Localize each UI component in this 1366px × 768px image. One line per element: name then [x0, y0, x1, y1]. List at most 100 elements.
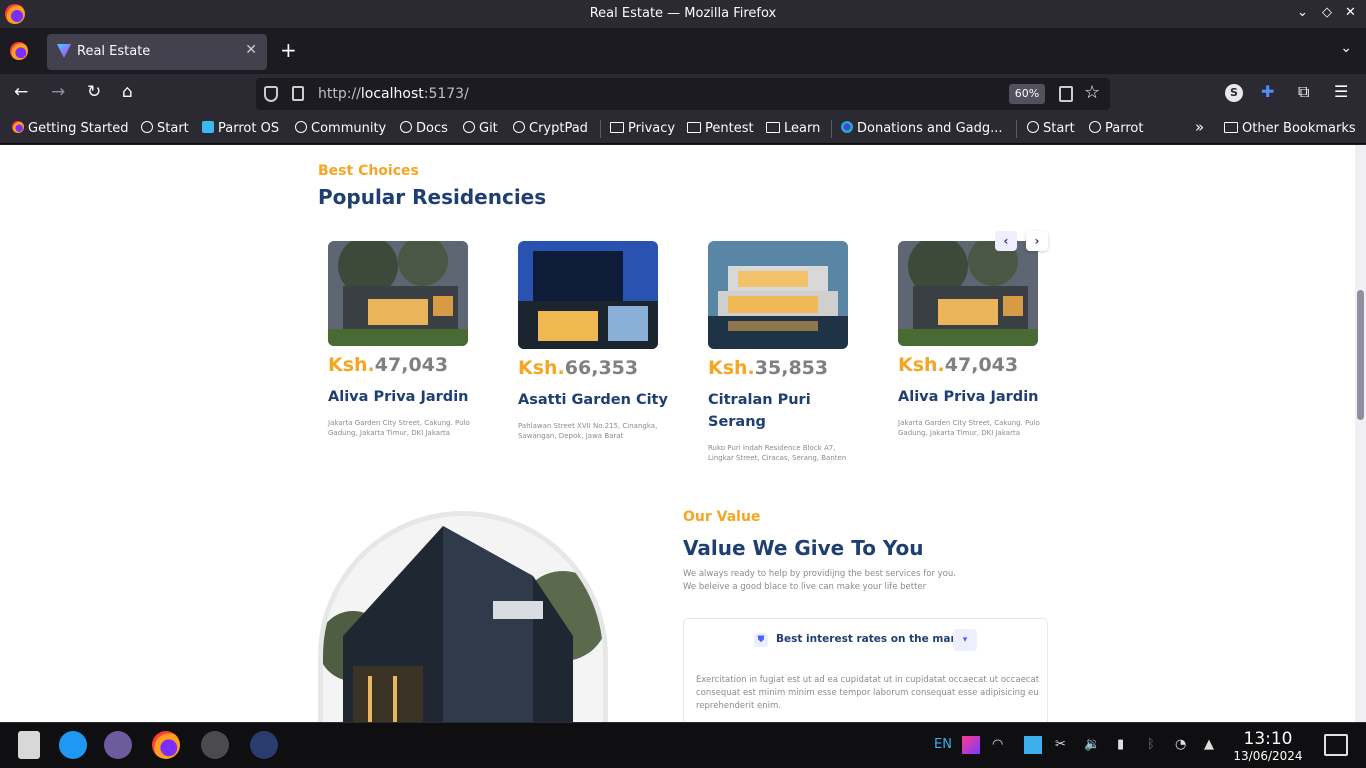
app-tray-cube-icon[interactable] [962, 736, 980, 754]
url-text[interactable]: http://localhost:5173/ [318, 86, 469, 102]
bookmark-learn[interactable]: Learn [766, 121, 820, 136]
clock-widget[interactable]: 13:10 13/06/2024 [1228, 729, 1308, 763]
firefox-icon [12, 121, 24, 133]
globe-icon [295, 121, 307, 133]
house-image [898, 241, 1038, 346]
forward-arrow-icon[interactable]: → [51, 82, 65, 102]
bookmarks-overflow-icon[interactable]: » [1195, 118, 1204, 136]
battery-widget-icon[interactable] [18, 731, 40, 759]
bookmark-cryptpad[interactable]: CryptPad [513, 121, 588, 136]
vscode-icon[interactable] [250, 731, 278, 759]
tray-expand-icon[interactable]: ▲ [1204, 737, 1214, 752]
residencies-eyebrow: Best Choices [318, 163, 419, 179]
page-scrollbar[interactable] [1355, 145, 1366, 722]
close-window-icon[interactable]: ✕ [1345, 5, 1356, 20]
folder-icon [1224, 122, 1238, 133]
residency-price: Ksh.47,043 [328, 354, 449, 376]
tracking-protection-icon[interactable] [264, 86, 278, 102]
residencies-title: Popular Residencies [318, 185, 547, 209]
donations-icon [841, 121, 853, 133]
globe-icon [1089, 121, 1101, 133]
residency-card[interactable]: Ksh.47,043 Aliva Priva Jardin Jakarta Ga… [898, 241, 1048, 438]
globe-icon [513, 121, 525, 133]
zoom-level-badge[interactable]: 60% [1009, 84, 1045, 104]
residency-price: Ksh.66,353 [518, 357, 639, 379]
value-eyebrow: Our Value [683, 509, 761, 525]
slider-next-button[interactable]: › [1026, 231, 1048, 251]
bookmark-separator [600, 120, 601, 138]
value-description-line-2: We beleive a good blace to live can make… [683, 582, 927, 592]
scrollbar-thumb[interactable] [1357, 290, 1364, 420]
bookmark-getting-started[interactable]: Getting Started [12, 121, 129, 136]
menu-hamburger-icon[interactable]: ☰ [1334, 82, 1348, 101]
tab-label: Real Estate [77, 44, 151, 59]
parrot-icon [202, 121, 214, 133]
bookmark-pentest[interactable]: Pentest [687, 121, 754, 136]
residency-name: Aliva Priva Jardin [898, 389, 1039, 405]
new-tab-icon[interactable]: + [280, 38, 297, 62]
extension-puzzle-blue-icon[interactable]: ✚ [1261, 82, 1274, 101]
close-tab-icon[interactable]: ✕ [245, 42, 257, 58]
extensions-icon[interactable]: ⧉ [1298, 82, 1309, 102]
house-image [328, 241, 468, 346]
firefox-taskbar-icon[interactable] [152, 731, 180, 759]
back-arrow-icon[interactable]: ← [14, 82, 28, 102]
residency-card[interactable]: Ksh.47,043 Aliva Priva Jardin Jakarta Ga… [328, 241, 478, 438]
bookmark-star-icon[interactable]: ☆ [1084, 82, 1100, 103]
house-image [518, 241, 658, 349]
show-desktop-icon[interactable] [1324, 734, 1348, 756]
accordion-title: Best interest rates on the market [776, 633, 975, 645]
tab-strip: Real Estate ✕ + ⌄ [0, 28, 1366, 74]
home-icon[interactable]: ⌂ [122, 82, 133, 102]
bookmark-parrot-os[interactable]: Parrot OS [202, 121, 279, 136]
bookmark-start-2[interactable]: Start [1027, 121, 1075, 136]
bookmark-git[interactable]: Git [463, 121, 498, 136]
bookmark-docs[interactable]: Docs [400, 121, 448, 136]
tab-real-estate[interactable]: Real Estate ✕ [47, 34, 267, 70]
bookmark-parrot[interactable]: Parrot [1089, 121, 1143, 136]
bookmark-privacy[interactable]: Privacy [610, 121, 675, 136]
residency-card[interactable]: Ksh.66,353 Asatti Garden City Pahlawan S… [518, 241, 668, 441]
updates-tray-icon[interactable] [1024, 736, 1042, 754]
value-building-image [318, 511, 608, 722]
keyboard-layout-indicator[interactable]: EN [934, 737, 952, 752]
bookmark-separator [1016, 120, 1017, 138]
accordion-body: Exercitation in fugiat est ut ad ea cupi… [696, 675, 1040, 711]
list-all-tabs-icon[interactable]: ⌄ [1340, 40, 1352, 56]
battery-icon[interactable]: ▮ [1117, 737, 1124, 752]
terminal-icon[interactable] [201, 731, 229, 759]
vpn-tray-icon[interactable]: ◠ [992, 737, 1003, 752]
residency-card[interactable]: Ksh.35,853 Citralan Puri Serang Ruko Pur… [708, 241, 858, 463]
bookmark-start[interactable]: Start [141, 121, 189, 136]
folder-icon [687, 122, 701, 133]
bookmark-community[interactable]: Community [295, 121, 386, 136]
reader-view-icon[interactable] [1059, 86, 1073, 102]
slider-prev-button[interactable]: ‹ [995, 231, 1017, 251]
clock-date: 13/06/2024 [1233, 749, 1303, 763]
wifi-icon[interactable]: ◔ [1175, 737, 1186, 752]
globe-icon [463, 121, 475, 133]
reload-icon[interactable]: ↻ [87, 82, 101, 102]
file-manager-icon[interactable] [104, 731, 132, 759]
bookmark-donations[interactable]: Donations and Gadg... [841, 121, 1003, 136]
account-avatar-icon[interactable]: S [1225, 84, 1243, 102]
bookmark-separator [831, 120, 832, 138]
vite-favicon-icon [57, 44, 71, 58]
bluetooth-icon[interactable]: ᛒ [1147, 737, 1155, 752]
globe-icon [400, 121, 412, 133]
chevron-down-icon[interactable]: ▾ [953, 629, 977, 651]
residency-address: Ruko Puri Indah Residence Block A7, Ling… [708, 444, 847, 462]
bookmarks-toolbar: Getting Started Start Parrot OS Communit… [0, 114, 1366, 144]
volume-icon[interactable]: 🔉 [1084, 737, 1100, 752]
house-image [708, 241, 848, 349]
app-launcher-icon[interactable] [59, 731, 87, 759]
address-bar[interactable]: http://localhost:5173/ 60% ☆ [256, 78, 1110, 110]
bookmark-other-bookmarks[interactable]: Other Bookmarks [1224, 121, 1356, 136]
page-info-icon[interactable] [292, 86, 304, 101]
clipboard-scissors-icon[interactable]: ✂ [1055, 737, 1066, 752]
residency-name: Aliva Priva Jardin [328, 389, 469, 405]
maximize-icon[interactable]: ◇ [1322, 5, 1332, 20]
minimize-icon[interactable]: ⌄ [1297, 5, 1308, 20]
value-accordion-item: ⛊ Best interest rates on the market ▾ Ex… [683, 618, 1048, 722]
firefox-view-icon[interactable] [10, 42, 28, 60]
